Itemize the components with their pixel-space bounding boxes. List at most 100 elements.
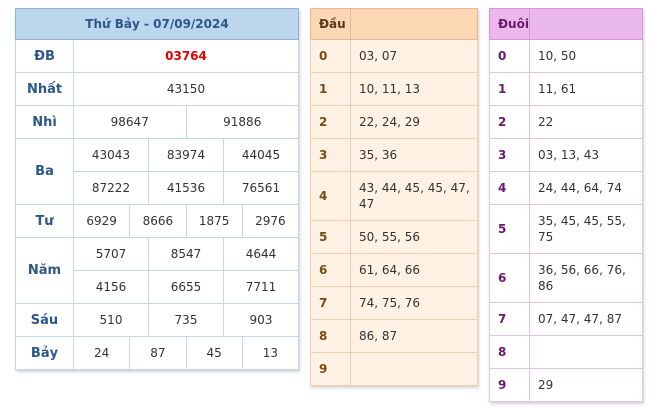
dau-values: 86, 87 [350,319,478,353]
dau-key: 4 [310,171,351,221]
prize-ba-4: 87222 [73,171,149,205]
dau-key: 7 [310,286,351,320]
duoi-row: 1 11, 61 [489,72,643,106]
prize-sau-1: 510 [73,303,149,337]
duoi-key: 1 [489,72,530,106]
dau-key: 3 [310,138,351,172]
duoi-header-val [529,8,643,40]
duoi-row: 2 22 [489,105,643,139]
prize-tu-4: 2976 [241,204,300,238]
duoi-header-key: Đuôi [489,8,530,40]
dau-key: 8 [310,319,351,353]
duoi-values: 35, 45, 45, 55, 75 [529,204,643,254]
label-bay: Bảy [15,336,74,370]
label-sau: Sáu [15,303,74,337]
duoi-values: 10, 50 [529,39,643,73]
prize-bay-2: 87 [129,336,187,370]
dau-values [350,352,478,386]
dau-row: 1 10, 11, 13 [310,72,478,106]
dau-key: 5 [310,220,351,254]
label-nhat: Nhất [15,72,74,106]
dau-row: 8 86, 87 [310,319,478,353]
dau-row: 7 74, 75, 76 [310,286,478,320]
duoi-values: 11, 61 [529,72,643,106]
prize-nam-5: 6655 [148,270,224,304]
row-nam-1: Năm 5707 8547 4644 [15,237,299,304]
dau-values: 43, 44, 45, 45, 47, 47 [350,171,478,221]
dau-row: 4 43, 44, 45, 45, 47, 47 [310,171,478,221]
prize-nam-4: 4156 [73,270,149,304]
row-sau: Sáu 510 735 903 [15,303,299,337]
duoi-key: 4 [489,171,530,205]
prize-bay-4: 13 [241,336,300,370]
duoi-key: 3 [489,138,530,172]
label-nam: Năm [15,237,74,304]
dau-key: 2 [310,105,351,139]
dau-key: 6 [310,253,351,287]
results-title: Thứ Bảy - 07/09/2024 [15,8,299,40]
duoi-values: 22 [529,105,643,139]
label-nhi: Nhì [15,105,74,139]
dau-row: 9 [310,352,478,386]
duoi-row: 8 [489,335,643,369]
dau-values: 50, 55, 56 [350,220,478,254]
label-tu: Tư [15,204,74,238]
prize-ba-2: 83974 [148,138,224,172]
dau-row: 0 03, 07 [310,39,478,73]
duoi-values: 24, 44, 64, 74 [529,171,643,205]
prize-tu-1: 6929 [72,204,131,238]
prize-sau-3: 903 [223,303,299,337]
prize-ba-1: 43043 [73,138,149,172]
dau-header-key: Đầu [310,8,351,40]
prize-ba-6: 76561 [223,171,299,205]
dau-row: 5 50, 55, 56 [310,220,478,254]
duoi-key: 8 [489,335,530,369]
prize-nam-3: 4644 [223,237,299,271]
duoi-key: 9 [489,368,530,402]
row-ba-1: Ba 43043 83974 44045 [15,138,299,205]
row-nhat: Nhất 43150 [15,72,299,106]
row-bay: Bảy 24 87 45 13 [15,336,300,370]
duoi-key: 5 [489,204,530,254]
results-table: Thứ Bảy - 07/09/2024 ĐB 03764 Nhất 43150… [15,8,300,370]
duoi-row: 5 35, 45, 45, 55, 75 [489,204,643,254]
duoi-values-text: 36, 56, 66, 76, 86 [538,263,626,293]
dau-values: 35, 36 [350,138,478,172]
prize-ba-5: 41536 [148,171,224,205]
duoi-key: 6 [489,253,530,303]
dau-values: 03, 07 [350,39,478,73]
duoi-key: 2 [489,105,530,139]
dau-key: 1 [310,72,351,106]
dau-table: Đầu 0 03, 07 1 10, 11, 13 2 22, 24, 29 3… [310,8,478,386]
duoi-row: 4 24, 44, 64, 74 [489,171,643,205]
dau-row: 2 22, 24, 29 [310,105,478,139]
duoi-row: 3 03, 13, 43 [489,138,643,172]
prize-tu-3: 1875 [185,204,243,238]
row-tu: Tư 6929 8666 1875 2976 [15,204,300,238]
prize-nhat: 43150 [73,72,299,106]
dau-header-val [350,8,478,40]
dau-key: 0 [310,39,351,73]
duoi-values-text: 35, 45, 45, 55, 75 [538,214,626,244]
prize-nhi-2: 91886 [185,105,299,139]
duoi-values: 03, 13, 43 [529,138,643,172]
dau-values: 22, 24, 29 [350,105,478,139]
dau-values: 61, 64, 66 [350,253,478,287]
dau-row: 6 61, 64, 66 [310,253,478,287]
duoi-table: Đuôi 0 10, 50 1 11, 61 2 22 3 03, 13, 43… [489,8,643,402]
duoi-values: 29 [529,368,643,402]
prize-tu-2: 8666 [129,204,187,238]
duoi-row: 6 36, 56, 66, 76, 86 [489,253,643,303]
row-nhi: Nhì 98647 91886 [15,105,299,139]
duoi-values: 36, 56, 66, 76, 86 [529,253,643,303]
prize-nhi-1: 98647 [73,105,187,139]
prize-nam-6: 7711 [223,270,299,304]
prize-bay-1: 24 [72,336,131,370]
dau-values: 10, 11, 13 [350,72,478,106]
duoi-values [529,335,643,369]
duoi-key: 0 [489,39,530,73]
duoi-row: 9 29 [489,368,643,402]
duoi-values: 07, 47, 47, 87 [529,302,643,336]
prize-db: 03764 [73,39,299,73]
row-db: ĐB 03764 [15,39,299,73]
